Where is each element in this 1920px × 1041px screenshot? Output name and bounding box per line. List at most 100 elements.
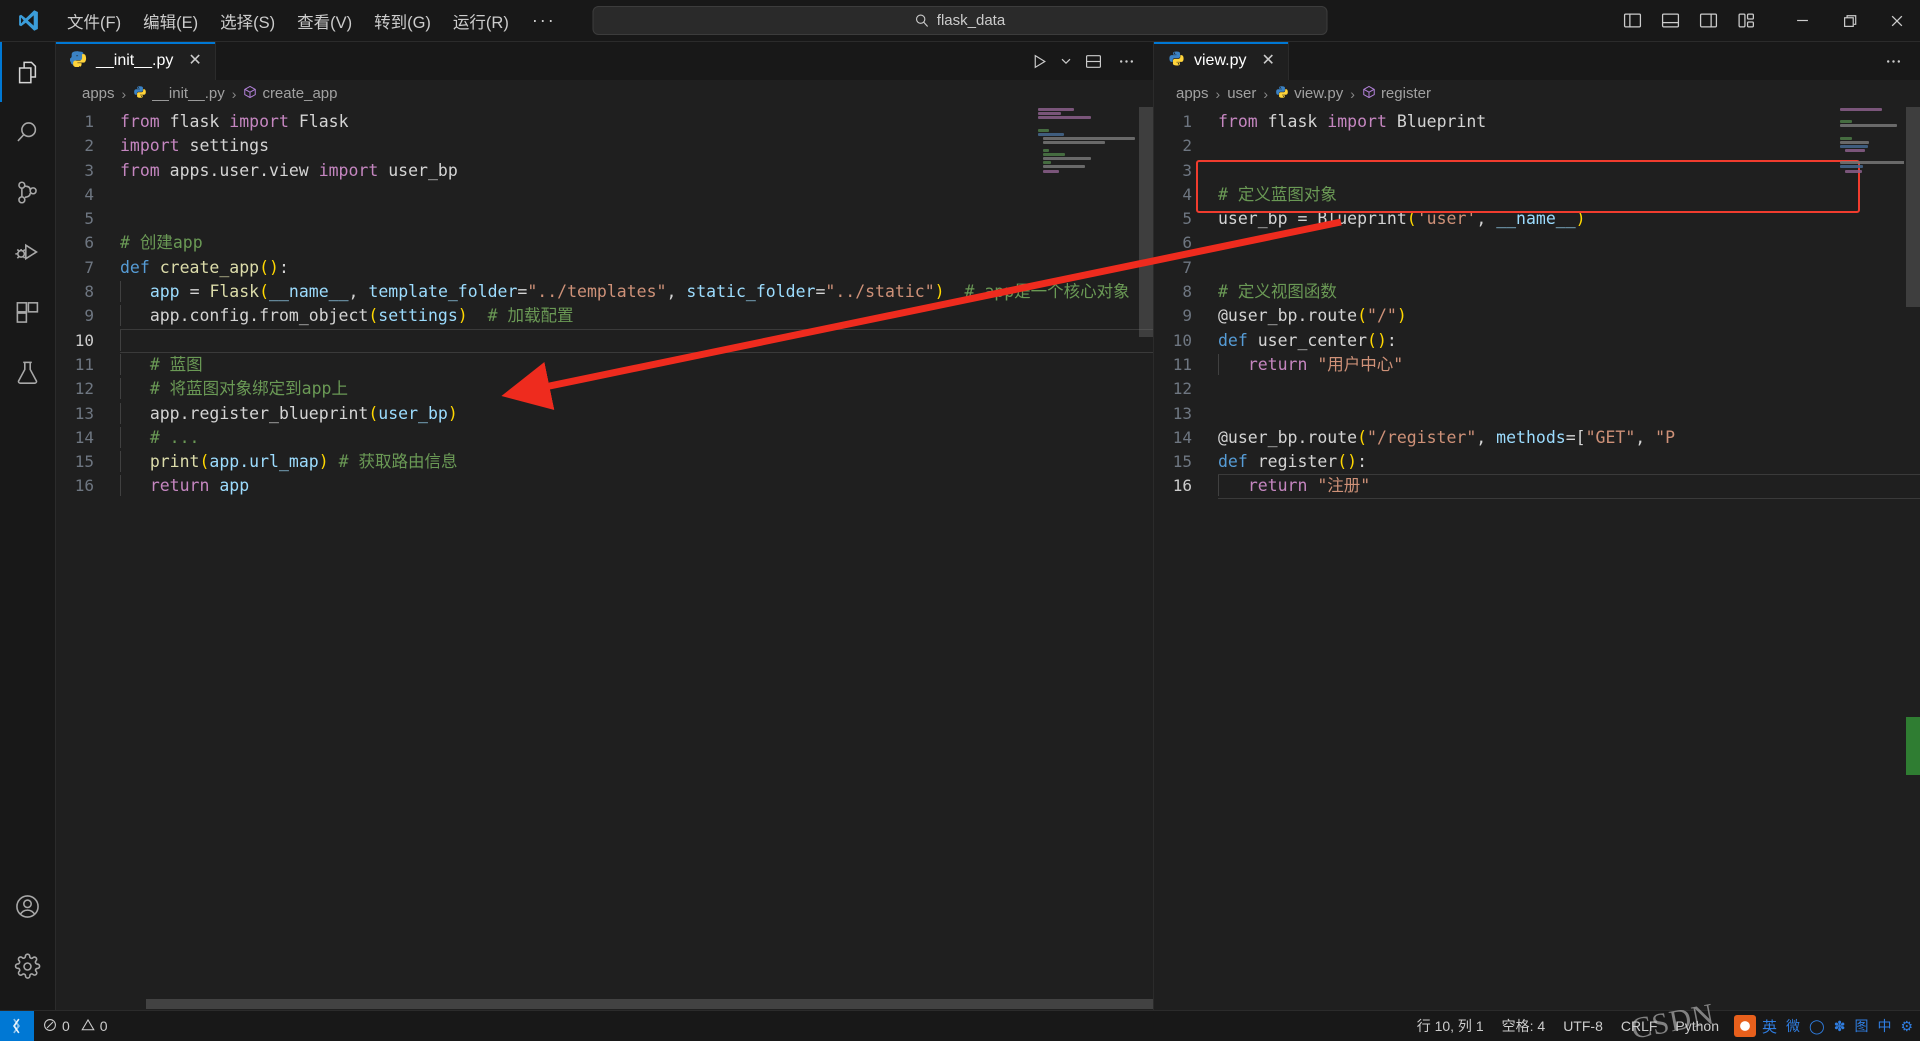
left-minimap[interactable] — [1030, 107, 1135, 1010]
breadcrumb-item-file[interactable]: __init__.py — [133, 85, 225, 103]
left-vertical-scrollbar[interactable] — [1139, 107, 1153, 1010]
window-maximize-button[interactable] — [1826, 0, 1873, 42]
menu-more-icon[interactable]: ··· — [520, 10, 568, 31]
toggle-secondary-sidebar-icon[interactable] — [1691, 4, 1725, 38]
customize-layout-icon[interactable] — [1729, 4, 1763, 38]
right-editor-body[interactable]: 1 from flask import Blueprint 2 3 4 # 定义蓝图对… — [1154, 107, 1920, 1010]
menu-edit[interactable]: 编辑(E) — [132, 5, 209, 37]
minimap-line — [1840, 124, 1898, 128]
activity-source-control[interactable] — [0, 162, 56, 222]
activity-settings[interactable] — [0, 936, 56, 996]
minimap-line — [1043, 136, 1135, 140]
menu-goto[interactable]: 转到(G) — [363, 5, 442, 37]
status-problems[interactable]: 0 0 — [34, 1011, 117, 1041]
left-horizontal-scrollbar[interactable] — [56, 998, 1153, 1010]
line-number: 14 — [1172, 427, 1192, 447]
code-text: from apps.user.view import user_bp — [120, 160, 458, 180]
code-line: 12 # 将蓝图对象绑定到app上 — [56, 377, 1153, 401]
toggle-primary-sidebar-icon[interactable] — [1615, 4, 1649, 38]
ellipsis-icon[interactable] — [1878, 46, 1908, 76]
ime-logo-icon — [1734, 1015, 1757, 1037]
menu-file[interactable]: 文件(F) — [56, 5, 132, 37]
ime-item-1[interactable]: ◯ — [1806, 1015, 1828, 1037]
breadcrumb-item-file[interactable]: view.py — [1275, 85, 1343, 103]
breadcrumb-item-apps[interactable]: apps — [82, 85, 115, 102]
status-editor-language[interactable]: Python — [1666, 1011, 1728, 1041]
run-python-file-button[interactable] — [1024, 46, 1054, 76]
ellipsis-icon[interactable] — [1111, 46, 1141, 76]
line-number: 16 — [1172, 476, 1192, 496]
menu-run[interactable]: 运行(R) — [442, 5, 520, 37]
status-editor-eol[interactable]: CRLF — [1612, 1011, 1667, 1041]
tab-init-py[interactable]: __init__.py ✕ — [56, 42, 216, 80]
ime-item-4[interactable]: 中 — [1874, 1015, 1894, 1037]
code-line: 12 — [1154, 377, 1920, 401]
ime-indicator[interactable]: 英 微 ◯ ✽ 图 中 ⚙ — [1728, 1015, 1916, 1037]
ime-item-3[interactable]: 图 — [1851, 1015, 1871, 1037]
activity-accounts[interactable] — [0, 876, 56, 936]
chevron-right-icon: › — [1350, 85, 1355, 102]
ime-item-5[interactable]: ⚙ — [1897, 1015, 1916, 1037]
breadcrumb-item-symbol[interactable]: register — [1362, 85, 1431, 103]
code-line: 9 app.config.from_object(settings) # 加载配… — [56, 304, 1153, 328]
menu-selection[interactable]: 选择(S) — [209, 5, 286, 37]
minimap-line — [1840, 136, 1853, 140]
breadcrumb-item-apps[interactable]: apps — [1176, 85, 1209, 102]
status-editor-position[interactable]: 行 10, 列 1 — [1408, 1011, 1493, 1041]
ime-item-0[interactable]: 微 — [1783, 1015, 1803, 1037]
right-vertical-scrollbar[interactable] — [1906, 107, 1920, 1010]
minimap-line — [1038, 108, 1074, 112]
status-editor-indentation[interactable]: 空格: 4 — [1493, 1011, 1555, 1041]
minimap-line — [1845, 149, 1866, 153]
chevron-down-icon[interactable] — [1057, 46, 1075, 76]
breadcrumb-item-user[interactable]: user — [1227, 85, 1256, 102]
code-text: # 定义蓝图对象 — [1218, 184, 1337, 204]
minimap-line — [1840, 120, 1853, 124]
menu-view[interactable]: 查看(V) — [286, 5, 363, 37]
split-editor-icon[interactable] — [1078, 46, 1108, 76]
right-minimap[interactable] — [1832, 107, 1904, 1010]
activity-testing[interactable] — [0, 342, 56, 402]
activity-search[interactable] — [0, 102, 56, 162]
close-icon[interactable]: ✕ — [1261, 53, 1274, 69]
code-line: 14 # ... — [56, 426, 1153, 450]
activity-run-debug[interactable] — [0, 222, 56, 282]
tab-view-py[interactable]: view.py ✕ — [1154, 42, 1289, 80]
breadcrumb-label: register — [1380, 85, 1431, 102]
code-line: 16 return "注册" — [1154, 474, 1920, 499]
close-icon[interactable]: ✕ — [188, 53, 201, 69]
line-number: 13 — [74, 403, 94, 423]
status-bar-right: 行 10, 列 1 空格: 4 UTF-8 CRLF Python 英 微 ◯ … — [1408, 1011, 1920, 1041]
code-line: 8 # 定义视图函数 — [1154, 280, 1920, 304]
code-line: 7 def create_app(): — [56, 256, 1153, 280]
window-close-button[interactable] — [1873, 0, 1920, 42]
minimap-line — [1840, 161, 1904, 165]
line-number: 12 — [74, 379, 94, 399]
left-editor-body[interactable]: 1 from flask import Flask 2 import settings… — [56, 107, 1153, 1010]
toggle-panel-icon[interactable] — [1653, 4, 1687, 38]
remote-window-icon[interactable] — [0, 1010, 34, 1041]
ime-item-2[interactable]: ✽ — [1831, 1015, 1849, 1037]
breadcrumb-label: apps — [82, 85, 115, 102]
activity-explorer[interactable] — [0, 42, 56, 102]
error-count: 0 — [62, 1018, 70, 1034]
line-number: 3 — [84, 160, 94, 180]
window-minimize-button[interactable] — [1779, 0, 1826, 42]
search-icon — [915, 13, 930, 28]
status-bar-left: 0 0 — [0, 1010, 117, 1041]
left-tab-bar: __init__.py ✕ — [56, 42, 1153, 80]
code-text: import settings — [120, 136, 270, 156]
vscode-window: 文件(F) 编辑(E) 选择(S) 查看(V) 转到(G) 运行(R) ··· … — [0, 0, 1920, 1041]
code-line: 7 — [1154, 256, 1920, 280]
right-breadcrumb: apps › user › view.py › register — [1154, 80, 1920, 107]
activity-extensions[interactable] — [0, 282, 56, 342]
layout-controls — [1615, 4, 1779, 38]
command-center[interactable]: flask_data — [592, 6, 1328, 35]
line-number: 6 — [1182, 233, 1192, 253]
status-editor-encoding[interactable]: UTF-8 — [1554, 1011, 1612, 1041]
symbol-method-icon — [243, 85, 257, 103]
breadcrumb-item-symbol[interactable]: create_app — [243, 85, 338, 103]
code-line: 9 @user_bp.route("/") — [1154, 304, 1920, 328]
